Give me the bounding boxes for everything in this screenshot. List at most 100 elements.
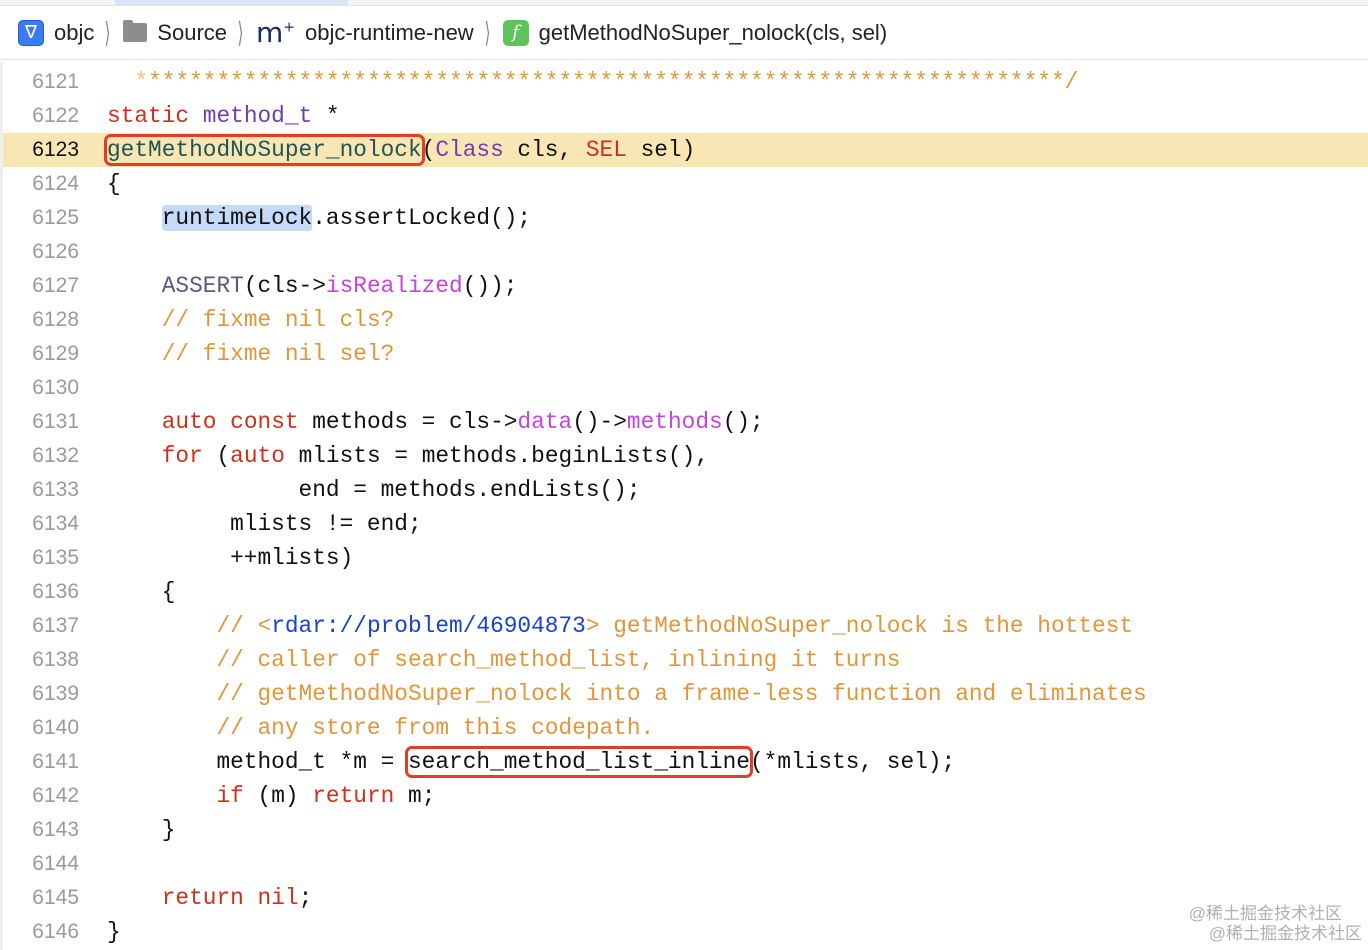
line-number[interactable]: 6122 (3, 99, 79, 133)
line-number[interactable]: 6144 (3, 847, 79, 881)
code-token: end = methods.endLists(); (107, 477, 641, 503)
breadcrumb-source[interactable]: Source (123, 20, 227, 46)
code-line[interactable]: 6127 ASSERT(cls->isRealized()); (3, 269, 1368, 303)
code-token: (*mlists, sel); (749, 749, 956, 775)
line-number[interactable]: 6134 (3, 507, 79, 541)
code-token: // fixme nil sel? (161, 341, 395, 367)
line-number[interactable]: 6121 (3, 65, 79, 99)
code-line[interactable]: 6126 (3, 235, 1368, 269)
code-line[interactable]: 6124 { (3, 167, 1368, 201)
code-line[interactable]: 6145 return nil; (3, 881, 1368, 915)
breadcrumb-function[interactable]: f getMethodNoSuper_nolock(cls, sel) (502, 19, 887, 46)
code-line[interactable]: 6143 } (3, 813, 1368, 847)
line-number[interactable]: 6129 (3, 337, 79, 371)
code-line[interactable]: 6129 // fixme nil sel? (3, 337, 1368, 371)
code-token: { (107, 171, 121, 197)
line-number[interactable]: 6128 (3, 303, 79, 337)
function-icon: f (502, 19, 529, 46)
line-number[interactable]: 6131 (3, 405, 79, 439)
line-number[interactable]: 6141 (3, 745, 79, 779)
code-token: nil (257, 885, 299, 911)
active-tab[interactable] (115, 0, 348, 5)
code-token: < (257, 613, 272, 639)
code-line[interactable]: 6135 ++mlists) (3, 541, 1368, 575)
code-text: runtimeLock.assertLocked(); (107, 201, 531, 235)
line-number[interactable]: 6125 (3, 201, 79, 235)
code-line[interactable]: 6131 auto const methods = cls->data()->m… (3, 405, 1368, 439)
code-token: isRealized (325, 273, 463, 299)
code-token: mlists = methods.beginLists(), (284, 443, 709, 469)
code-token: // fixme nil cls? (161, 307, 395, 333)
code-text: if (m) return m; (107, 779, 435, 813)
code-token: ++mlists) (107, 545, 354, 571)
line-number[interactable]: 6137 (3, 609, 79, 643)
code-line[interactable]: 6140 // any store from this codepath. (3, 711, 1368, 745)
code-line[interactable]: 6132 for (auto mlists = methods.beginLis… (3, 439, 1368, 473)
breadcrumb-objc[interactable]: ∇ objc (18, 19, 94, 46)
line-number[interactable]: 6143 (3, 813, 79, 847)
line-number[interactable]: 6142 (3, 779, 79, 813)
code-line[interactable]: 6138 // caller of search_method_list, in… (3, 643, 1368, 677)
code-line[interactable]: 6125 runtimeLock.assertLocked(); (3, 201, 1368, 235)
code-line[interactable]: 6144 (3, 847, 1368, 881)
code-line[interactable]: 6133 end = methods.endLists(); (3, 473, 1368, 507)
breadcrumb: ∇ objc ⟩ Source ⟩ m+ objc-runtime-new ⟩ … (0, 6, 1368, 60)
code-token: method_t *m = (107, 749, 408, 775)
code-line[interactable]: 6136 { (3, 575, 1368, 609)
code-line[interactable]: 6130 (3, 371, 1368, 405)
code-line[interactable]: 6139 // getMethodNoSuper_nolock into a f… (3, 677, 1368, 711)
line-number[interactable]: 6123 (3, 133, 79, 167)
line-number[interactable]: 6132 (3, 439, 79, 473)
code-text: // any store from this codepath. (107, 711, 654, 745)
code-text: auto const methods = cls->data()->method… (107, 405, 764, 439)
code-text: // fixme nil cls? (107, 303, 395, 337)
code-token: } (107, 817, 176, 843)
code-text: { (107, 167, 121, 201)
code-line[interactable]: 6137 // <rdar://problem/46904873> getMet… (3, 609, 1368, 643)
code-editor[interactable]: 6121 ***********************************… (0, 62, 1368, 950)
code-line[interactable]: 6142 if (m) return m; (3, 779, 1368, 813)
line-number[interactable]: 6138 (3, 643, 79, 677)
code-token: sel) (626, 137, 696, 163)
line-number[interactable]: 6126 (3, 235, 79, 269)
code-line[interactable]: 6134 mlists != end; (3, 507, 1368, 541)
code-line[interactable]: 6141 method_t *m = search_method_list_in… (3, 745, 1368, 779)
code-token: SEL (585, 137, 627, 163)
line-number[interactable]: 6127 (3, 269, 79, 303)
breadcrumb-file[interactable]: m+ objc-runtime-new (256, 18, 474, 47)
code-token: ****************************************… (148, 69, 1079, 95)
line-number[interactable]: 6124 (3, 167, 79, 201)
code-token: mlists != end; (107, 511, 422, 537)
highlighted-symbol: getMethodNoSuper_nolock (104, 134, 425, 166)
code-text: ++mlists) (107, 541, 353, 575)
code-token: { (107, 579, 176, 605)
code-line[interactable]: 6146} (3, 915, 1368, 949)
code-token: methods = cls-> (298, 409, 518, 435)
line-number[interactable]: 6139 (3, 677, 79, 711)
code-token: (m) (243, 783, 313, 809)
line-number[interactable]: 6146 (3, 915, 79, 949)
code-line[interactable]: 6128 // fixme nil cls? (3, 303, 1368, 337)
line-number[interactable]: 6140 (3, 711, 79, 745)
code-token: for (161, 443, 203, 469)
code-text: for (auto mlists = methods.beginLists(), (107, 439, 709, 473)
code-token: rdar://problem/46904873 (271, 613, 586, 639)
chevron-right-icon: ⟩ (484, 17, 491, 48)
line-number[interactable]: 6130 (3, 371, 79, 405)
code-line[interactable]: 6122 static method_t * (3, 99, 1368, 133)
code-text: ****************************************… (107, 65, 1078, 99)
line-number[interactable]: 6136 (3, 575, 79, 609)
code-line[interactable]: 6123 getMethodNoSuper_nolock(Class cls, S… (3, 133, 1368, 167)
line-number[interactable]: 6135 (3, 541, 79, 575)
code-line[interactable]: 6121 ***********************************… (3, 65, 1368, 99)
line-number[interactable]: 6133 (3, 473, 79, 507)
code-token: ; (298, 885, 313, 911)
line-number[interactable]: 6145 (3, 881, 79, 915)
